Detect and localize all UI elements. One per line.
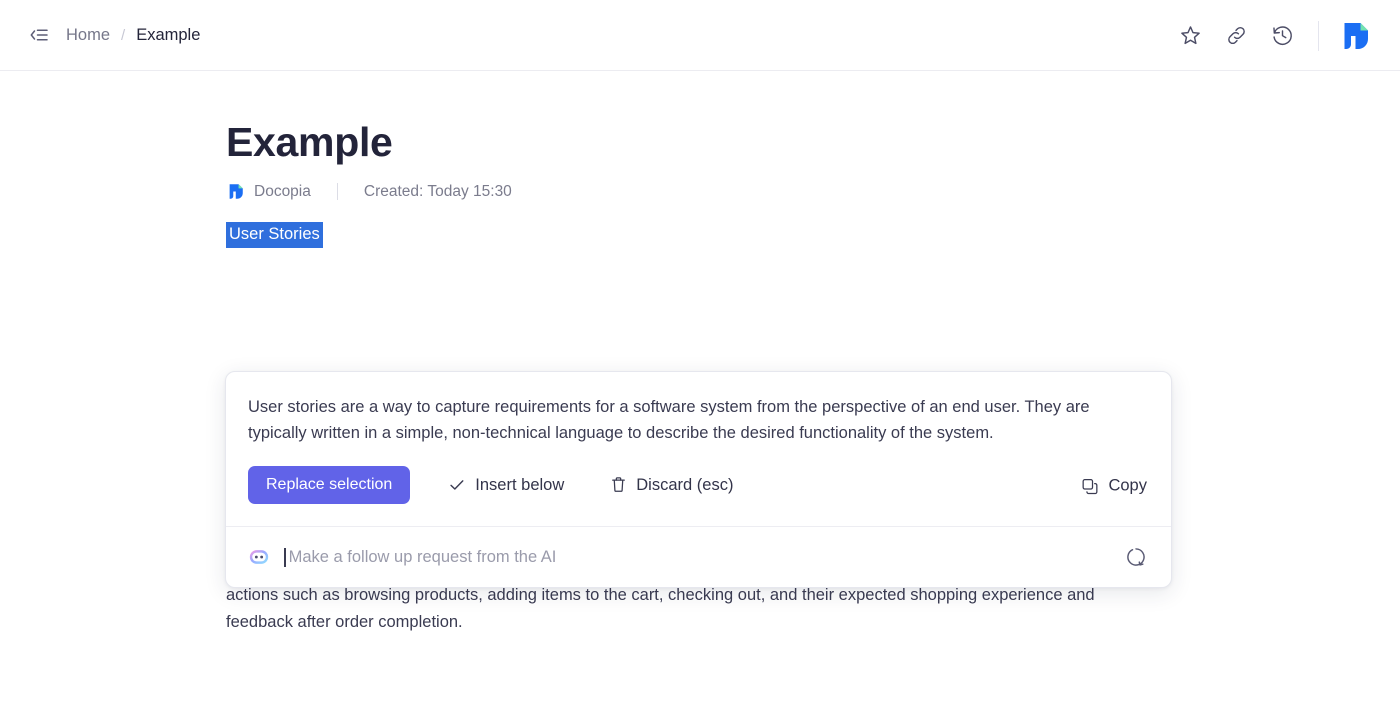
replace-selection-button[interactable]: Replace selection xyxy=(248,466,410,504)
page-title: Example xyxy=(226,119,1400,166)
insert-below-button[interactable]: Insert below xyxy=(442,468,570,503)
link-icon[interactable] xyxy=(1213,13,1259,59)
breadcrumb-current[interactable]: Example xyxy=(136,26,200,45)
copy-icon xyxy=(1081,477,1099,495)
history-icon[interactable] xyxy=(1259,13,1305,59)
top-bar-left: Home / Example xyxy=(0,22,200,48)
document-meta: Docopia Created: Today 15:30 xyxy=(226,182,1400,201)
copy-label: Copy xyxy=(1108,477,1147,496)
ai-bot-icon xyxy=(248,546,270,568)
discard-label: Discard (esc) xyxy=(636,476,733,495)
author-logo-icon xyxy=(226,182,245,201)
discard-button[interactable]: Discard (esc) xyxy=(604,468,739,503)
spinner-icon[interactable] xyxy=(1123,544,1149,570)
trash-icon xyxy=(610,476,627,494)
ai-action-bar: Replace selection Insert below xyxy=(226,446,1171,526)
ai-result-area: User stories are a way to capture requir… xyxy=(226,372,1171,446)
text-cursor xyxy=(284,548,286,567)
top-bar: Home / Example xyxy=(0,0,1400,71)
collapse-sidebar-icon[interactable] xyxy=(26,22,52,48)
breadcrumb-separator: / xyxy=(121,27,125,44)
docopia-logo[interactable] xyxy=(1332,13,1378,59)
breadcrumb: Home / Example xyxy=(66,26,200,45)
breadcrumb-home[interactable]: Home xyxy=(66,26,110,45)
top-bar-actions xyxy=(1167,0,1378,71)
ai-suggestion-card: User stories are a way to capture requir… xyxy=(225,371,1172,588)
created-timestamp: Created: Today 15:30 xyxy=(364,183,512,201)
selected-heading[interactable]: User Stories xyxy=(226,222,323,248)
favorite-icon[interactable] xyxy=(1167,13,1213,59)
meta-divider xyxy=(337,183,338,200)
copy-button[interactable]: Copy xyxy=(1075,469,1153,504)
ai-followup-input[interactable] xyxy=(289,548,1123,567)
toolbar-divider xyxy=(1318,21,1319,51)
author-name: Docopia xyxy=(254,183,311,201)
document-area: Example Docopia Created: Today 15:30 Use… xyxy=(0,119,1400,635)
insert-below-label: Insert below xyxy=(475,476,564,495)
ai-result-text: User stories are a way to capture requir… xyxy=(248,394,1149,446)
check-icon xyxy=(448,476,466,494)
ai-followup-row xyxy=(226,526,1171,587)
